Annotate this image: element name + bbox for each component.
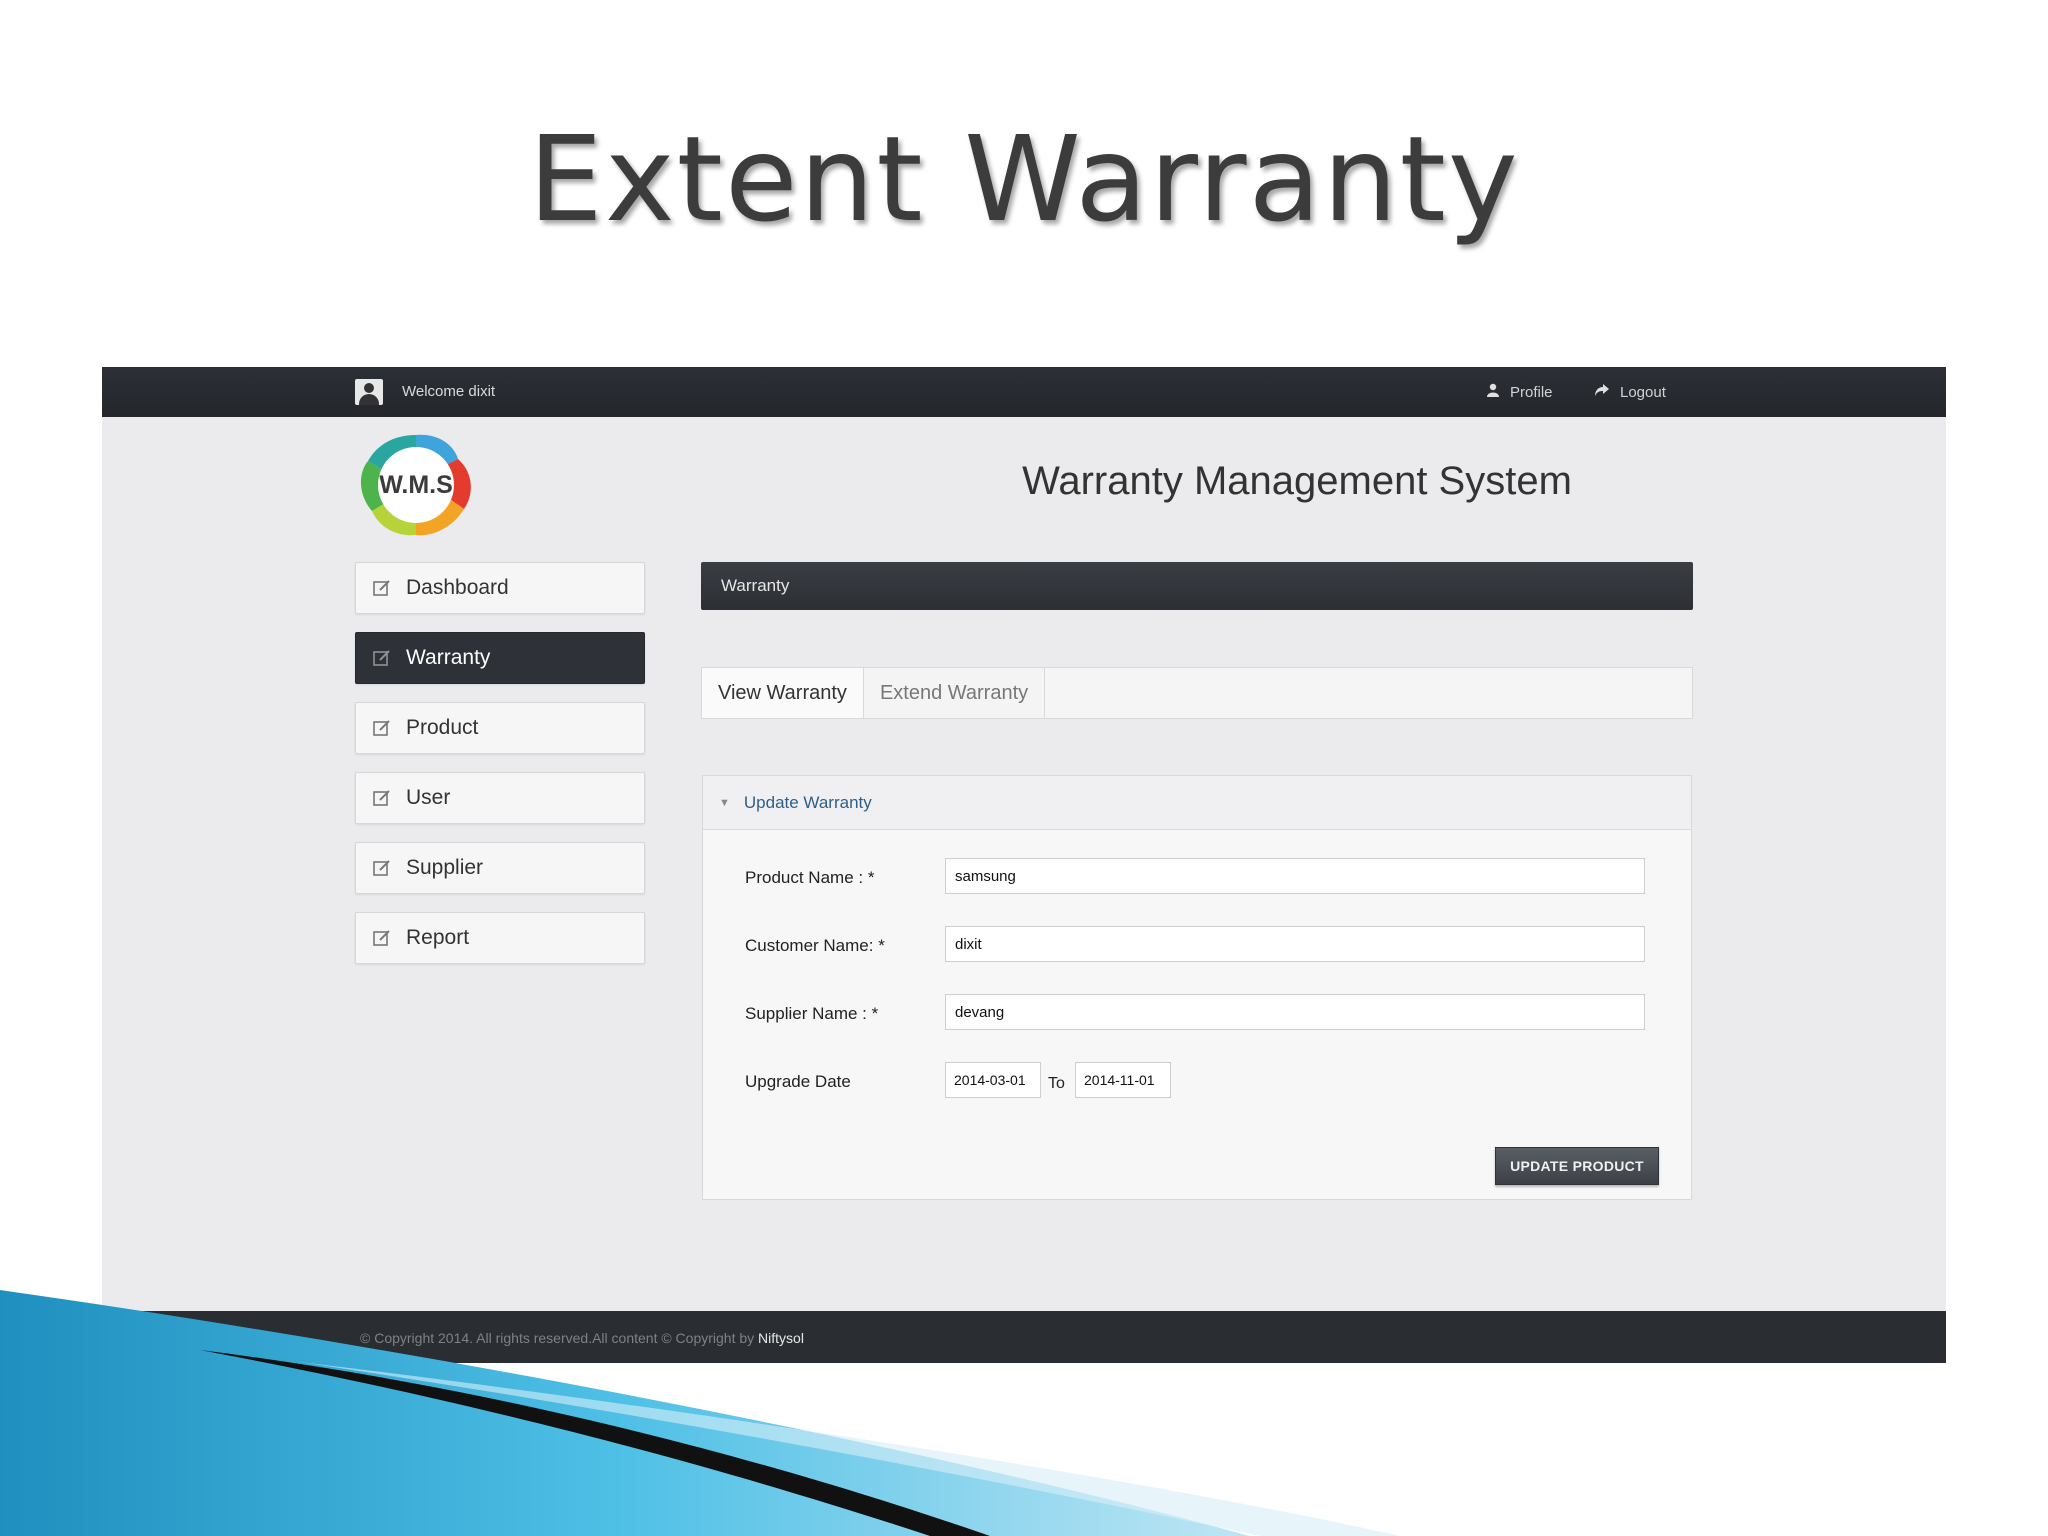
logout-link[interactable]: Logout	[1594, 383, 1666, 401]
edit-icon	[373, 650, 390, 666]
upgrade-date-to-field[interactable]	[1075, 1062, 1171, 1098]
wms-logo: W.M.S	[354, 429, 478, 541]
sidebar-item-product[interactable]: Product	[355, 702, 645, 754]
sidebar-item-label: Report	[406, 926, 470, 949]
tab-extend-warranty[interactable]: Extend Warranty	[863, 668, 1046, 718]
tab-view-warranty[interactable]: View Warranty	[702, 668, 864, 718]
update-product-button[interactable]: UPDATE PRODUCT	[1495, 1147, 1659, 1185]
edit-icon	[373, 860, 390, 876]
sidebar-item-user[interactable]: User	[355, 772, 645, 824]
tab-bar: View Warranty Extend Warranty	[701, 667, 1693, 719]
logo-text: W.M.S	[379, 471, 453, 499]
customer-name-label: Customer Name: *	[745, 936, 885, 955]
edit-icon	[373, 580, 390, 596]
sidebar-item-report[interactable]: Report	[355, 912, 645, 964]
section-title: Warranty	[721, 576, 790, 595]
sidebar: Dashboard Warranty Product User Supplier…	[355, 562, 645, 982]
edit-icon	[373, 790, 390, 806]
profile-link[interactable]: Profile	[1486, 383, 1553, 401]
sidebar-item-label: Product	[406, 716, 479, 739]
logout-label: Logout	[1620, 383, 1666, 401]
sidebar-item-label: User	[406, 786, 451, 809]
top-bar: Welcome dixit Profile Logout	[102, 367, 1946, 417]
sidebar-item-supplier[interactable]: Supplier	[355, 842, 645, 894]
section-header-bar: Warranty	[701, 562, 1693, 610]
app-title: Warranty Management System	[1022, 459, 1572, 503]
supplier-name-field[interactable]	[945, 994, 1645, 1030]
user-avatar-icon	[355, 379, 383, 405]
upgrade-date-label: Upgrade Date	[745, 1072, 851, 1091]
to-label: To	[1048, 1075, 1065, 1092]
customer-name-field[interactable]	[945, 926, 1645, 962]
collapse-triangle-icon: ▼	[719, 796, 730, 809]
sidebar-item-label: Supplier	[406, 856, 484, 879]
slide-title: Extent Warranty	[528, 110, 1520, 248]
supplier-name-label: Supplier Name : *	[745, 1004, 879, 1023]
profile-label: Profile	[1510, 383, 1553, 401]
product-name-label: Product Name : *	[745, 868, 875, 887]
sidebar-item-dashboard[interactable]: Dashboard	[355, 562, 645, 614]
update-warranty-panel: ▼ Update Warranty Product Name : * Custo…	[702, 775, 1692, 1200]
sidebar-item-label: Dashboard	[406, 576, 509, 599]
welcome-text: Welcome dixit	[402, 383, 496, 400]
app-screenshot: Welcome dixit Profile Logout W.M.S Warra…	[102, 367, 1946, 1363]
share-arrow-icon	[1594, 383, 1610, 401]
decorative-swoosh	[0, 1290, 1400, 1536]
product-name-field[interactable]	[945, 858, 1645, 894]
sidebar-item-warranty[interactable]: Warranty	[355, 632, 645, 684]
panel-title: Update Warranty	[743, 792, 872, 812]
edit-icon	[373, 720, 390, 736]
sidebar-item-label: Warranty	[406, 646, 491, 669]
panel-header[interactable]: ▼ Update Warranty	[703, 776, 1691, 830]
edit-icon	[373, 930, 390, 946]
user-icon	[1486, 383, 1500, 401]
upgrade-date-from-field[interactable]	[945, 1062, 1041, 1098]
